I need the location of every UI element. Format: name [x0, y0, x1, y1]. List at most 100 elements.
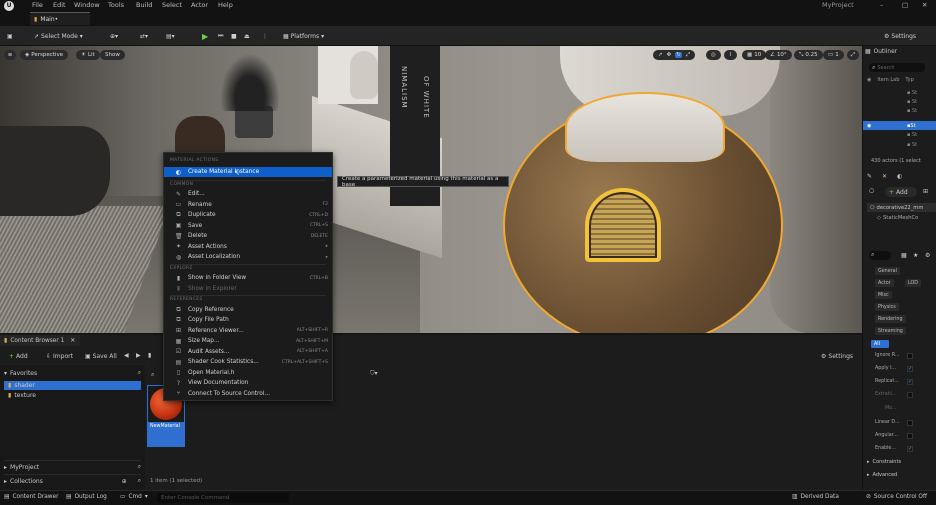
tab-main[interactable]: ▮ Main•: [30, 12, 90, 25]
close-icon[interactable]: ✕: [922, 1, 927, 9]
select-tool-icon[interactable]: ➚: [658, 52, 663, 58]
save-all-button[interactable]: ▣ Save All: [85, 351, 117, 361]
content-browser-tab[interactable]: ▮ Content Browser 1 ✕: [0, 335, 80, 346]
surface-snap-button[interactable]: ⌇: [724, 50, 737, 60]
menu-reference-viewer[interactable]: ⊞ Reference Viewer... ALT+SHIFT+R: [164, 326, 332, 336]
search-icon[interactable]: ⌕: [138, 369, 141, 377]
folder-path-icon[interactable]: ▮: [148, 352, 151, 359]
select-mode-dropdown[interactable]: ➚ Select Mode ▾: [34, 30, 83, 42]
cinematics-icon[interactable]: ▤▾: [166, 30, 175, 42]
star-icon[interactable]: ★: [913, 252, 918, 259]
prop-checkbox[interactable]: ✓: [907, 446, 913, 452]
menu-rename[interactable]: ▭ Rename F2: [164, 200, 332, 210]
output-log-button[interactable]: ▤ Output Log: [66, 494, 107, 500]
import-button[interactable]: ⇩ Import: [46, 351, 73, 361]
add-content-icon[interactable]: ⊕▾: [110, 30, 118, 42]
details-search-input[interactable]: ⌕: [869, 251, 891, 260]
eject-icon[interactable]: ⏏: [244, 30, 250, 42]
filter-icon[interactable]: ⛉▾: [370, 370, 378, 378]
forward-icon[interactable]: ▶: [136, 352, 141, 359]
filter-lod[interactable]: LOD: [905, 279, 921, 287]
prop-checkbox[interactable]: ✓: [907, 379, 913, 385]
visibility-icon[interactable]: ◉: [867, 123, 871, 129]
outliner-row[interactable]: ▪ St: [863, 99, 936, 107]
menu-size-map[interactable]: ▦ Size Map... ALT+SHIFT+M: [164, 336, 332, 346]
cmd-dropdown[interactable]: ▭ Cmd ▾: [120, 494, 148, 500]
minimize-icon[interactable]: –: [880, 1, 883, 9]
menu-show-in-explorer[interactable]: ▮ Show in Explorer: [164, 284, 332, 294]
move-tool-icon[interactable]: ✥: [667, 52, 672, 58]
search-icon[interactable]: ⌕: [138, 463, 141, 471]
scale-tool-icon[interactable]: ⤢: [686, 52, 690, 59]
component-row[interactable]: ◇ StaticMeshCo: [877, 215, 918, 221]
content-settings-button[interactable]: ⚙ Settings: [821, 351, 853, 361]
source-control-button[interactable]: ⊘ Source Control Off: [866, 494, 927, 500]
maximize-viewport-button[interactable]: ⤢: [847, 50, 859, 60]
menu-window[interactable]: Window: [74, 1, 100, 9]
column-label[interactable]: Item Lab: [877, 77, 899, 83]
asset-search-icon[interactable]: ⌕: [151, 371, 154, 379]
visibility-icon[interactable]: ◉: [867, 77, 871, 83]
more-options-icon[interactable]: ⋮: [262, 30, 268, 42]
save-icon[interactable]: ▣: [7, 30, 13, 42]
menu-help[interactable]: Help: [218, 1, 233, 9]
derived-data-button[interactable]: ▥ Derived Data: [792, 494, 839, 500]
search-icon[interactable]: ⌕: [138, 477, 141, 485]
menu-shader-cook-statistics[interactable]: ▤ Shader Cook Statistics... CTRL+ALT+SHI…: [164, 357, 332, 367]
section-advanced[interactable]: ▸ Advanced: [867, 472, 897, 478]
outliner-row[interactable]: ▪ St: [863, 142, 936, 150]
unreal-logo-icon[interactable]: U: [4, 1, 14, 11]
filter-general[interactable]: General: [875, 267, 900, 275]
outliner-search-input[interactable]: ⌕ Search: [869, 63, 925, 72]
rotation-snap-button[interactable]: ∠ 10°: [765, 50, 792, 60]
play-icon[interactable]: ▶: [202, 30, 208, 42]
menu-audit-assets[interactable]: ☑ Audit Assets... ALT+SHIFT+A: [164, 347, 332, 357]
outliner-tab[interactable]: ▦ Outliner: [865, 48, 897, 55]
layout-icon[interactable]: ⊞: [923, 188, 928, 195]
menu-tools[interactable]: Tools: [108, 1, 124, 9]
transform-tools[interactable]: ➚ ✥ ↻ ⤢: [653, 50, 696, 60]
step-icon[interactable]: ⏭: [218, 30, 223, 42]
menu-actor[interactable]: Actor: [191, 1, 208, 9]
filter-misc[interactable]: Misc: [875, 291, 892, 299]
pencil-icon[interactable]: ✎: [867, 173, 872, 180]
close-icon[interactable]: ✕: [882, 173, 887, 180]
menu-build[interactable]: Build: [136, 1, 152, 9]
content-drawer-button[interactable]: ▤ Content Drawer: [4, 494, 58, 500]
add-button[interactable]: + Add: [9, 351, 28, 361]
details-add-button[interactable]: + Add: [885, 187, 917, 197]
filter-rendering[interactable]: Rendering: [875, 315, 906, 323]
world-local-button[interactable]: ◎: [706, 50, 721, 60]
prop-checkbox[interactable]: [907, 392, 913, 398]
menu-asset-localization[interactable]: ◍ Asset Localization ▸: [164, 252, 332, 262]
lit-button[interactable]: ☀ Lit: [76, 50, 100, 60]
column-type[interactable]: Typ: [905, 77, 913, 83]
prop-checkbox[interactable]: ✓: [907, 366, 913, 372]
menu-delete[interactable]: 🗑 Delete DELETE: [164, 231, 332, 241]
settings-button[interactable]: ⚙ Settings: [884, 30, 916, 42]
filter-physics[interactable]: Physics: [875, 303, 899, 311]
rotate-tool-icon[interactable]: ↻: [675, 52, 682, 58]
section-constraints[interactable]: ▸ Constraints: [867, 459, 901, 465]
camera-speed-button[interactable]: ▭ 1: [823, 50, 844, 60]
stop-icon[interactable]: ■: [231, 30, 237, 42]
add-collection-icon[interactable]: ⊕: [122, 478, 127, 485]
blueprint-icon[interactable]: ⎔: [869, 188, 874, 195]
prop-checkbox[interactable]: [907, 353, 913, 359]
menu-select[interactable]: Select: [162, 1, 182, 9]
scale-snap-button[interactable]: ⤡ 0.25: [794, 50, 823, 60]
menu-create-material-instance[interactable]: ◐ Create Material Instance: [164, 167, 332, 177]
filter-actor[interactable]: Actor: [875, 279, 894, 287]
my-project-header[interactable]: ▸ MyProject ⌕: [4, 460, 141, 471]
collections-header[interactable]: ▸ Collections ⊕ ⌕: [4, 474, 141, 485]
perspective-button[interactable]: ◈ Perspective: [20, 50, 69, 60]
maximize-icon[interactable]: □: [902, 1, 908, 9]
platforms-dropdown[interactable]: ▦ Platforms ▾: [283, 30, 324, 42]
grid-snap-button[interactable]: ▦ 10: [742, 50, 767, 60]
grid-view-icon[interactable]: ▦: [901, 252, 907, 259]
menu-save[interactable]: ▣ Save CTRL+S: [164, 221, 332, 231]
folder-texture[interactable]: ▮ texture: [4, 391, 141, 400]
outliner-row[interactable]: ▪ St: [863, 132, 936, 140]
menu-view-documentation[interactable]: ? View Documentation: [164, 378, 332, 388]
menu-file[interactable]: File: [32, 1, 43, 9]
